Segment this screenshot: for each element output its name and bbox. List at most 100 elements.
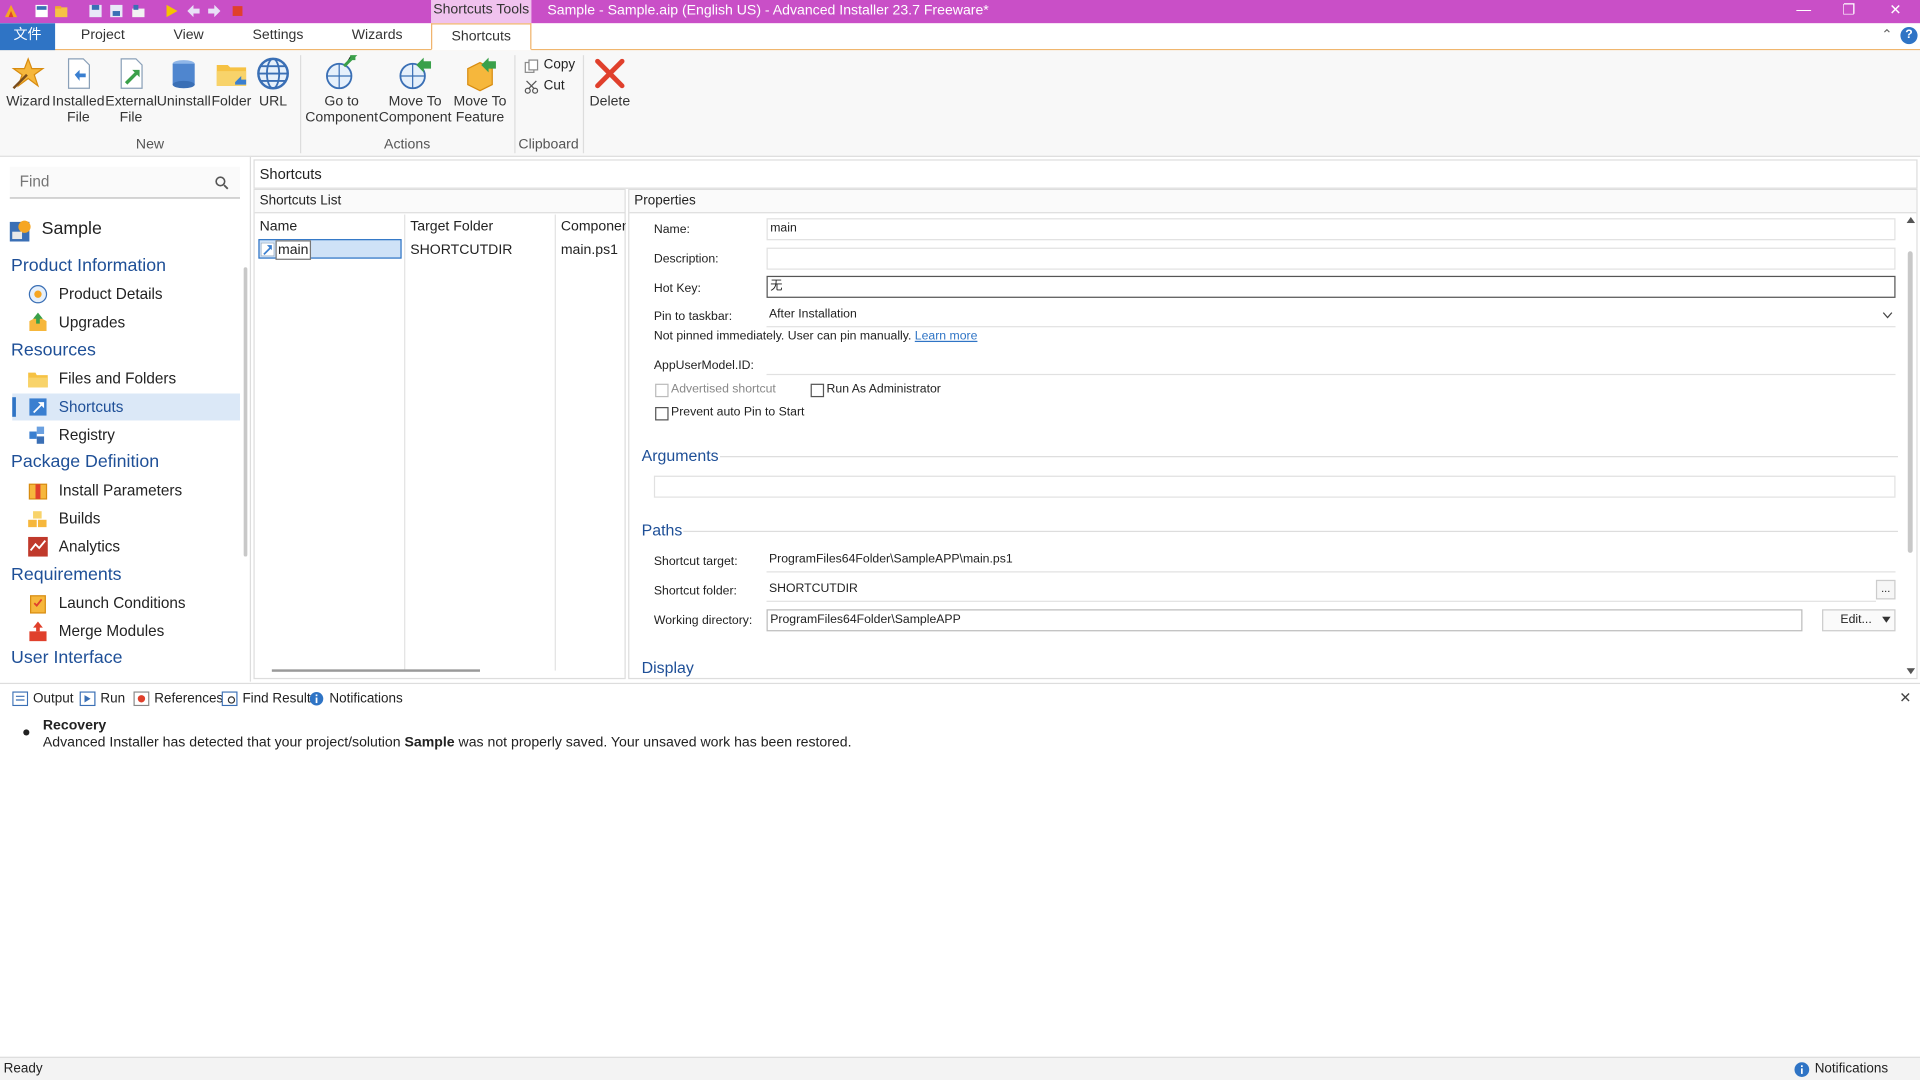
save-all-icon[interactable] <box>109 4 124 19</box>
bullet <box>23 729 30 736</box>
pin-to-taskbar-select[interactable]: After Installation <box>766 305 1896 328</box>
sidebar-item-analytics[interactable]: Analytics <box>12 533 240 560</box>
notifications-status-button[interactable]: Notifications <box>1794 1058 1916 1081</box>
shortcuts-list-header: Shortcuts List <box>254 190 625 214</box>
scroll-down-icon[interactable] <box>1906 668 1916 675</box>
delete-button[interactable]: Delete <box>588 55 632 110</box>
tab-output[interactable]: Output <box>12 688 74 710</box>
run-icon[interactable] <box>164 4 179 19</box>
build-icon[interactable] <box>131 4 146 19</box>
pin-to-taskbar-value: After Installation <box>768 307 857 322</box>
new-project-icon[interactable] <box>34 4 49 19</box>
installed-file-button[interactable]: Installed File <box>51 55 105 126</box>
help-icon[interactable]: ? <box>1900 26 1918 45</box>
table-row[interactable]: main <box>258 239 402 260</box>
tab-settings[interactable]: Settings <box>245 23 311 50</box>
section-user-interface[interactable]: User Interface <box>11 649 123 669</box>
wizard-button[interactable]: Wizard <box>5 55 52 110</box>
cut-label: Cut <box>543 78 565 94</box>
appusermodel-id-field[interactable] <box>766 353 1896 376</box>
search-icon[interactable] <box>214 175 229 190</box>
column-target-folder[interactable]: Target Folder <box>405 215 554 240</box>
external-file-button[interactable]: External File <box>105 55 157 126</box>
move-to-component-button[interactable]: Move To Component <box>378 55 452 126</box>
name-field[interactable]: main <box>766 218 1896 241</box>
builds-icon <box>27 508 49 530</box>
advertised-shortcut-checkbox[interactable] <box>655 383 669 398</box>
row-name-edit[interactable]: main <box>275 240 311 260</box>
tab-label: Output <box>33 691 74 707</box>
hotkey-field[interactable]: 无 <box>766 275 1896 298</box>
minimize-button[interactable]: — <box>1782 0 1826 23</box>
project-name[interactable]: Sample <box>42 219 102 239</box>
move-to-feature-button[interactable]: Move To Feature <box>452 55 508 126</box>
url-label: URL <box>258 94 288 110</box>
move-to-component-label-1: Move To <box>388 94 442 110</box>
close-panel-button[interactable]: ✕ <box>1899 689 1914 706</box>
tab-run[interactable]: Run <box>79 688 125 710</box>
go-to-component-button[interactable]: Go to Component <box>305 55 378 126</box>
section-requirements[interactable]: Requirements <box>11 565 122 585</box>
tab-view[interactable]: View <box>162 23 216 50</box>
folder-icon <box>27 368 49 390</box>
sidebar-item-merge-modules[interactable]: Merge Modules <box>12 618 240 645</box>
move-to-feature-label-2: Feature <box>455 110 505 126</box>
sidebar-item-install-parameters[interactable]: Install Parameters <box>12 477 240 504</box>
sidebar-item-upgrades[interactable]: Upgrades <box>12 309 240 336</box>
copy-button[interactable]: Copy <box>524 56 583 74</box>
browse-button[interactable]: ... <box>1875 579 1896 600</box>
working-directory-field[interactable]: ProgramFiles64Folder\SampleAPP <box>766 609 1803 632</box>
sidebar-item-launch-conditions[interactable]: Launch Conditions <box>12 590 240 617</box>
url-button[interactable]: URL <box>252 55 294 110</box>
section-product-information[interactable]: Product Information <box>11 256 166 276</box>
sidebar-item-shortcuts[interactable]: Shortcuts <box>12 393 241 421</box>
column-component[interactable]: Componen <box>556 215 626 240</box>
section-resources[interactable]: Resources <box>11 341 96 361</box>
restore-button[interactable]: ❐ <box>1827 0 1871 23</box>
save-icon[interactable] <box>88 4 103 19</box>
cut-button[interactable]: Cut <box>524 77 583 95</box>
close-button[interactable]: ✕ <box>1873 0 1917 23</box>
shortcut-folder-field[interactable]: SHORTCUTDIR <box>766 579 1876 602</box>
sidebar-scrollbar[interactable] <box>243 267 248 557</box>
section-package-definition[interactable]: Package Definition <box>11 452 159 472</box>
scroll-up-icon[interactable] <box>1906 216 1916 224</box>
scrollbar-thumb[interactable] <box>1907 251 1913 553</box>
open-project-icon[interactable] <box>54 4 69 19</box>
sidebar-item-label: Install Parameters <box>58 481 183 499</box>
collapse-ribbon-icon[interactable]: ⌃ <box>1878 27 1895 44</box>
tab-find-result[interactable]: Find Result <box>221 688 311 710</box>
prevent-pin-to-start-checkbox[interactable] <box>655 406 669 421</box>
shortcut-target-field[interactable]: ProgramFiles64Folder\SampleAPP\main.ps1 <box>766 550 1896 573</box>
sidebar-item-files-and-folders[interactable]: Files and Folders <box>12 365 240 392</box>
tab-wizards[interactable]: Wizards <box>343 23 412 50</box>
tab-shortcuts[interactable]: Shortcuts <box>431 23 532 51</box>
sidebar-item-registry[interactable]: Registry <box>12 422 240 449</box>
external-file-icon <box>113 55 150 92</box>
description-field[interactable] <box>766 247 1896 270</box>
uninstall-button[interactable]: Uninstall <box>157 55 211 110</box>
section-display: Display <box>641 658 694 677</box>
properties-scrollbar[interactable] <box>1904 214 1917 678</box>
tab-references[interactable]: References <box>133 688 223 710</box>
sidebar-item-builds[interactable]: Builds <box>12 505 240 532</box>
folder-button[interactable]: Folder <box>211 55 253 110</box>
sidebar-item-product-details[interactable]: Product Details <box>12 281 240 308</box>
edit-button[interactable]: Edit... <box>1822 609 1896 632</box>
find-input[interactable] <box>9 166 206 197</box>
move-to-component-icon <box>397 55 434 92</box>
tab-file[interactable]: 文件 <box>0 23 56 51</box>
undo-icon[interactable] <box>186 4 201 19</box>
tab-notifications[interactable]: Notifications <box>309 688 403 710</box>
stop-icon[interactable] <box>230 4 245 19</box>
row-target-folder: SHORTCUTDIR <box>410 242 513 258</box>
arguments-field[interactable] <box>653 475 1896 498</box>
redo-icon[interactable] <box>207 4 222 19</box>
go-to-component-icon <box>323 55 360 92</box>
learn-more-link[interactable]: Learn more <box>915 330 978 343</box>
tab-project[interactable]: Project <box>73 23 132 50</box>
run-as-administrator-checkbox[interactable] <box>810 383 825 398</box>
list-horizontal-scrollbar[interactable] <box>271 669 481 672</box>
column-name[interactable]: Name <box>255 215 404 240</box>
find-result-icon <box>221 691 238 707</box>
